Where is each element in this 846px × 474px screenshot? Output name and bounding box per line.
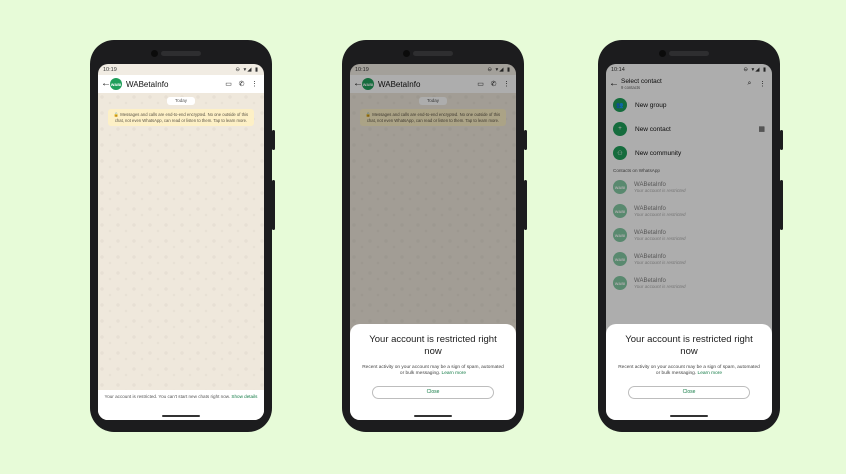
restriction-bottom-sheet: Your account is restricted right now Rec…: [606, 324, 772, 420]
close-button[interactable]: Close: [628, 385, 750, 399]
chat-title[interactable]: WABetaInfo: [126, 80, 222, 89]
power-button: [272, 130, 275, 150]
encryption-notice[interactable]: 🔒 Messages and calls are end-to-end encr…: [108, 109, 254, 126]
front-camera: [403, 50, 410, 57]
speaker-grille: [413, 51, 453, 56]
voice-call-icon[interactable]: ✆: [235, 80, 248, 88]
power-button: [780, 130, 783, 150]
select-contact-screen: 10:14 ⊖ ▾◢ ▮ ← Select contact 9 contacts…: [606, 64, 772, 420]
phone-chat-restricted: 10:19 ⊖ ▾◢ ▮ ← WABI WABetaInfo ▭ ✆ ⋮ Tod…: [90, 40, 275, 432]
date-chip: Today: [167, 97, 195, 105]
speaker-grille: [669, 51, 709, 56]
chat-body: Today 🔒 Messages and calls are end-to-en…: [98, 93, 264, 420]
gesture-nav-bar: [670, 415, 708, 417]
show-details-link[interactable]: Show details: [231, 394, 257, 399]
sheet-body-text: Recent activity on your account may be a…: [362, 365, 504, 377]
sheet-body: Recent activity on your account may be a…: [614, 365, 764, 378]
volume-button: [780, 180, 783, 230]
sheet-title: Your account is restricted right now: [625, 334, 753, 357]
gesture-nav-bar: [162, 415, 200, 417]
sheet-body-text: Recent activity on your account may be a…: [618, 365, 760, 377]
status-icons: ⊖ ▾◢ ▮: [235, 66, 259, 73]
learn-more-link[interactable]: Learn more: [698, 371, 723, 376]
sheet-body: Recent activity on your account may be a…: [358, 365, 508, 378]
volume-button: [524, 180, 527, 230]
status-bar: 10:19 ⊖ ▾◢ ▮: [98, 64, 264, 75]
chat-screen: 10:19 ⊖ ▾◢ ▮ ← WABI WABetaInfo ▭ ✆ ⋮ Tod…: [350, 64, 516, 420]
speaker-grille: [161, 51, 201, 56]
status-time: 10:19: [103, 66, 117, 73]
sheet-title: Your account is restricted right now: [369, 334, 497, 357]
avatar[interactable]: WABI: [110, 78, 122, 90]
power-button: [524, 130, 527, 150]
phone-select-contact: 10:14 ⊖ ▾◢ ▮ ← Select contact 9 contacts…: [598, 40, 783, 432]
gesture-nav-bar: [414, 415, 452, 417]
chat-screen: 10:19 ⊖ ▾◢ ▮ ← WABI WABetaInfo ▭ ✆ ⋮ Tod…: [98, 64, 264, 420]
lock-icon: 🔒: [113, 112, 120, 117]
phone-chat-sheet: 10:19 ⊖ ▾◢ ▮ ← WABI WABetaInfo ▭ ✆ ⋮ Tod…: [342, 40, 527, 432]
front-camera: [659, 50, 666, 57]
close-button[interactable]: Close: [372, 385, 494, 399]
learn-more-link[interactable]: Learn more: [442, 371, 467, 376]
more-options-icon[interactable]: ⋮: [248, 80, 261, 88]
restriction-bottom-sheet: Your account is restricted right now Rec…: [350, 324, 516, 420]
restriction-banner: Your account is restricted. You can't st…: [98, 390, 264, 420]
restriction-text: Your account is restricted. You can't st…: [104, 394, 231, 399]
chat-header: ← WABI WABetaInfo ▭ ✆ ⋮: [98, 75, 264, 93]
encryption-text: Messages and calls are end-to-end encryp…: [114, 112, 249, 123]
back-arrow-icon[interactable]: ←: [101, 79, 111, 89]
front-camera: [151, 50, 158, 57]
volume-button: [272, 180, 275, 230]
video-call-icon[interactable]: ▭: [222, 80, 235, 88]
